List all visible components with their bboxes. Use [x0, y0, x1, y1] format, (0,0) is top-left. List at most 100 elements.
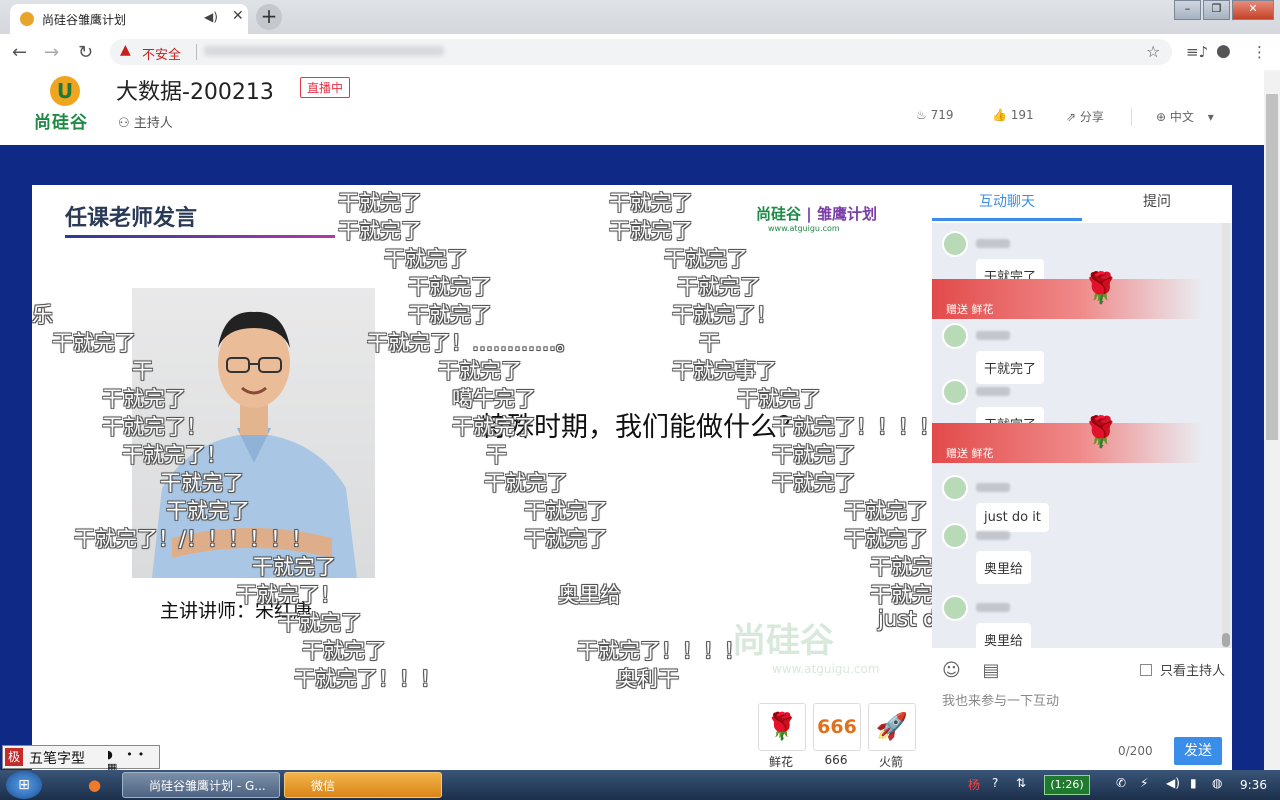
chat-scrollbar[interactable] — [1222, 223, 1230, 648]
send-button[interactable]: 发送 — [1174, 737, 1222, 765]
danmaku-comment: 干就完了 — [438, 359, 522, 383]
wechat-tray-icon[interactable]: ✆ — [1116, 776, 1126, 790]
gift-notification-text: 赠送 鲜花 — [946, 303, 994, 316]
new-tab-button[interactable]: + — [256, 4, 282, 30]
share-button[interactable]: ⇗ 分享 — [1066, 108, 1104, 125]
666-icon: 666 — [817, 716, 857, 738]
user-avatar[interactable] — [942, 523, 968, 549]
speaker-icon[interactable]: ◀) — [204, 10, 218, 24]
danmaku-comment: 干就完了 — [609, 191, 693, 215]
danmaku-comment: 干就完了 — [160, 471, 244, 495]
chat-message: 奥里给 — [942, 595, 1212, 648]
share-icon: ⇗ — [1066, 110, 1077, 124]
emoji-icon[interactable]: ☺ — [942, 660, 961, 681]
gift-flower-button[interactable]: 🌹 — [758, 703, 806, 751]
battery-indicator[interactable]: (1:26) — [1044, 775, 1090, 795]
user-avatar[interactable] — [942, 323, 968, 349]
tab-close-icon[interactable]: ✕ — [232, 8, 244, 24]
warning-icon: ▲ — [120, 42, 131, 58]
profile-avatar-icon[interactable]: ● — [1216, 41, 1231, 61]
only-host-checkbox[interactable] — [1140, 664, 1152, 676]
minimize-button[interactable]: – — [1174, 0, 1201, 20]
live-stage: 任课老师发言 尚硅谷 | 雏鹰计划 www.atguigu.com 主讲讲师：宋… — [0, 145, 1264, 770]
chat-panel: 互动聊天 提问 干就完了赠送 鲜花🌹干就完了干就完了赠送 鲜花🌹just do … — [932, 185, 1232, 770]
help-icon[interactable]: ? — [992, 776, 998, 790]
notepad-icon[interactable]: ▤ — [983, 660, 1000, 681]
taskbar-chrome-item[interactable]: 尚硅谷雏鹰计划 - G... — [122, 772, 280, 798]
gift-666-button[interactable]: 666 — [813, 703, 861, 751]
username-blurred — [976, 239, 1010, 248]
user-avatar[interactable] — [942, 475, 968, 501]
danmaku-comment: 干就完了 — [772, 471, 856, 495]
user-avatar[interactable] — [942, 379, 968, 405]
chat-message-list[interactable]: 干就完了赠送 鲜花🌹干就完了干就完了赠送 鲜花🌹just do it奥里给奥里给 — [932, 223, 1232, 648]
ime-status-bar[interactable]: 极 五笔字型 ◗ •• ▦ — [2, 745, 160, 774]
thumbs-up-icon: 👍 — [992, 108, 1007, 122]
reload-icon[interactable]: ↻ — [78, 42, 93, 63]
gift-notification: 赠送 鲜花 🌹 — [932, 271, 1202, 319]
ime-badge: 极 — [5, 748, 23, 766]
chat-bubble: 奥里给 — [976, 551, 1032, 584]
back-arrow-icon[interactable]: ← — [12, 42, 27, 63]
restore-button[interactable]: ❐ — [1203, 0, 1230, 20]
danmaku-comment: 干就完了！ — [236, 583, 341, 607]
view-count-value: 719 — [930, 108, 954, 122]
chat-message: 干就完了 — [942, 323, 1212, 387]
like-count-value: 191 — [1010, 108, 1034, 122]
user-avatar[interactable] — [942, 595, 968, 621]
taskbar-wechat-item[interactable]: 微信 — [284, 772, 442, 798]
network-icon[interactable]: ⚡ — [1140, 776, 1148, 790]
firefox-icon[interactable]: ● — [88, 776, 101, 794]
logo-u-icon: U — [50, 76, 80, 106]
char-counter: 0/200 — [1118, 744, 1153, 758]
start-button[interactable]: ⊞ — [6, 771, 42, 799]
user-icon: ⚇ — [118, 116, 130, 131]
tray-arrow-icon[interactable]: ⇅ — [1016, 776, 1026, 790]
like-button[interactable]: 👍 191 — [992, 108, 1034, 122]
chat-tools: ☺ ▤ — [942, 660, 1000, 681]
danmaku-comment: 干就完了 — [664, 247, 748, 271]
user-avatar[interactable] — [942, 231, 968, 257]
system-clock[interactable]: 9:36 — [1240, 778, 1267, 792]
tray-info-icon[interactable]: ◍ — [1212, 776, 1222, 790]
chat-message: 奥里给 — [942, 523, 1212, 587]
danmaku-comment: 干就完了 — [338, 191, 422, 215]
tray-ime-icon[interactable]: 杨 — [968, 776, 980, 793]
danmaku-comment: 干就完了 — [870, 583, 932, 607]
insecure-label[interactable]: 不安全 — [142, 44, 181, 63]
slide-logo-sep: | — [806, 205, 812, 223]
danmaku-comment: 噶牛完了 — [452, 387, 536, 411]
menu-kebab-icon[interactable]: ⋮ — [1252, 43, 1267, 61]
address-bar[interactable]: ▲ 不安全 ☆ — [110, 39, 1172, 65]
danmaku-comment: 干就完了 — [302, 639, 386, 663]
slide-logo-brand: 尚硅谷 — [756, 205, 802, 223]
danmaku-comment: 干就完事了 — [672, 359, 777, 383]
volume-icon[interactable]: ◀) — [1166, 776, 1180, 790]
page-scrollbar[interactable] — [1264, 70, 1280, 770]
globe-icon: ⊕ — [1156, 110, 1167, 124]
tab-questions[interactable]: 提问 — [1082, 185, 1232, 221]
danmaku-comment: 干就完了！！！！ — [577, 639, 745, 663]
taskbar-chrome-label: 尚硅谷雏鹰计划 - G... — [149, 779, 266, 793]
danmaku-comment: 干就完了 — [102, 387, 186, 411]
bookmark-star-icon[interactable]: ☆ — [1146, 42, 1160, 61]
media-control-icon[interactable]: ≡♪ — [1186, 43, 1208, 61]
chat-input[interactable]: 我也来参与一下互动 — [942, 690, 1212, 709]
only-host-toggle[interactable]: 只看主持人 — [1140, 660, 1225, 679]
gift-notification-text: 赠送 鲜花 — [946, 447, 994, 460]
site-logo[interactable]: U 尚硅谷 — [34, 76, 102, 133]
gift-rocket-button[interactable]: 🚀 — [868, 703, 916, 751]
danmaku-comment: 干就完了 — [252, 555, 336, 579]
username-blurred — [976, 483, 1010, 492]
danmaku-comment: 干就完了！！！！！ — [772, 415, 932, 439]
tab-interactive-chat[interactable]: 互动聊天 — [932, 185, 1082, 221]
logo-text: 尚硅谷 — [34, 113, 88, 133]
language-selector[interactable]: ⊕ 中文 ▾ — [1156, 108, 1214, 125]
page-scrollbar-thumb[interactable] — [1266, 94, 1278, 440]
signal-icon[interactable]: ▮ — [1190, 776, 1197, 790]
window-close-button[interactable]: ✕ — [1232, 0, 1274, 20]
forward-arrow-icon[interactable]: → — [44, 42, 59, 63]
browser-tab[interactable]: 尚硅谷雏鹰计划 ◀) ✕ — [10, 4, 248, 34]
chat-scrollbar-thumb[interactable] — [1222, 633, 1230, 647]
slide-logo: 尚硅谷 | 雏鹰计划 www.atguigu.com — [756, 203, 877, 233]
